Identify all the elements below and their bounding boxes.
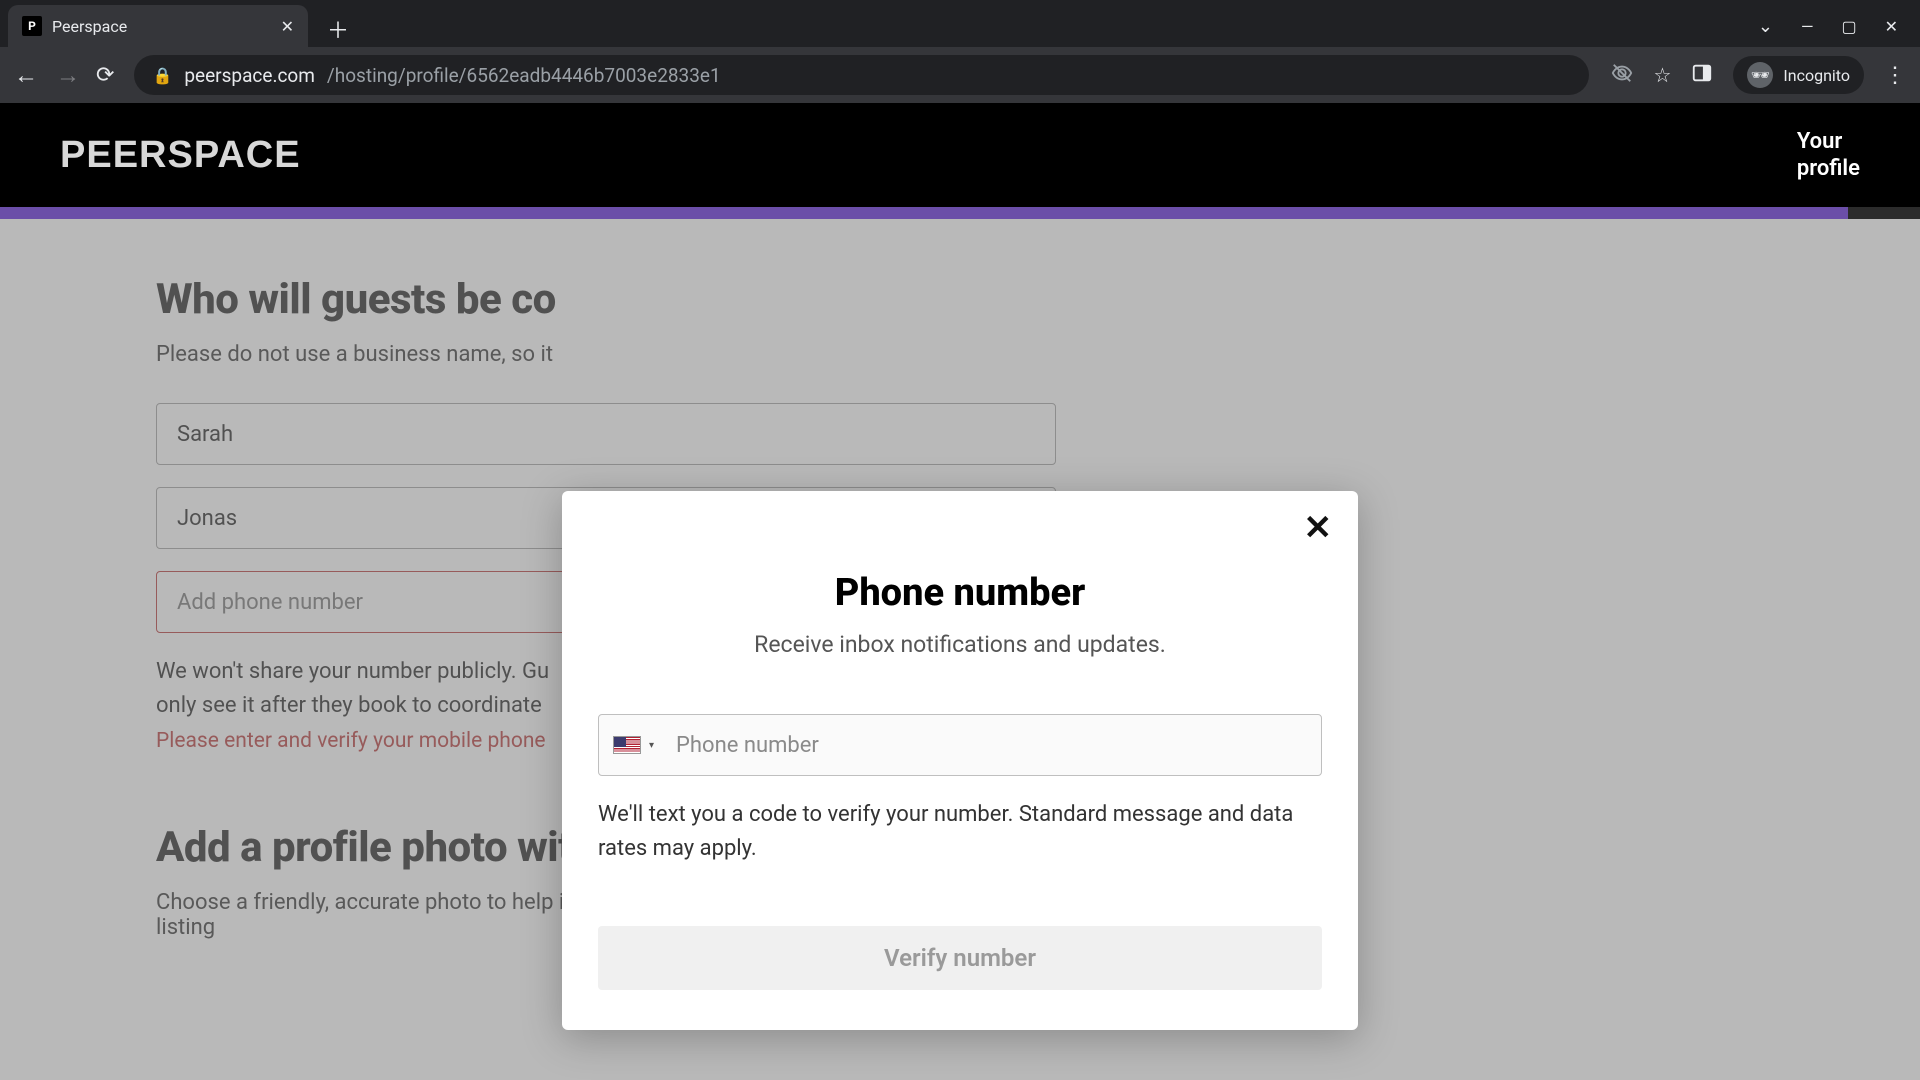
browser-toolbar: ← → ⟳ 🔒 peerspace.com/hosting/profile/65… xyxy=(0,47,1920,103)
progress-bar xyxy=(0,207,1920,219)
url-host: peerspace.com xyxy=(184,64,315,87)
kebab-menu-icon[interactable]: ⋮ xyxy=(1884,63,1906,88)
phone-modal: ✕ Phone number Receive inbox notificatio… xyxy=(562,491,1358,1030)
minimize-icon[interactable]: ― xyxy=(1801,17,1814,36)
profile-line1: Your xyxy=(1797,128,1860,156)
phone-input-row: ▾ xyxy=(598,714,1322,776)
tab-strip: P Peerspace ✕ ＋ ⌄ ― ▢ ✕ xyxy=(0,0,1920,47)
your-profile-link[interactable]: Your profile xyxy=(1797,128,1860,183)
url-bar[interactable]: 🔒 peerspace.com/hosting/profile/6562eadb… xyxy=(134,55,1589,95)
back-icon[interactable]: ← xyxy=(14,61,38,90)
window-controls: ⌄ ― ▢ ✕ xyxy=(1758,5,1920,47)
side-panel-icon[interactable] xyxy=(1691,62,1713,89)
incognito-badge[interactable]: 🕶 Incognito xyxy=(1733,56,1864,94)
browser-chrome: P Peerspace ✕ ＋ ⌄ ― ▢ ✕ ← → ⟳ 🔒 peerspac… xyxy=(0,0,1920,103)
close-window-icon[interactable]: ✕ xyxy=(1885,17,1898,36)
country-select[interactable]: ▾ xyxy=(599,715,668,775)
browser-tab[interactable]: P Peerspace ✕ xyxy=(8,5,308,47)
reload-icon[interactable]: ⟳ xyxy=(96,63,114,88)
nav-arrows: ← → xyxy=(14,61,80,90)
flag-us-icon xyxy=(613,736,641,754)
close-tab-icon[interactable]: ✕ xyxy=(281,17,294,36)
tracking-off-icon[interactable] xyxy=(1611,62,1633,89)
modal-help-text: We'll text you a code to verify your num… xyxy=(598,798,1322,866)
modal-title: Phone number xyxy=(598,571,1322,615)
maximize-icon[interactable]: ▢ xyxy=(1841,17,1856,36)
bookmark-icon[interactable]: ☆ xyxy=(1653,63,1671,87)
verify-number-button[interactable]: Verify number xyxy=(598,926,1322,990)
page-wrapper: Who will guests be co Please do not use … xyxy=(0,219,1920,1080)
url-path: /hosting/profile/6562eadb4446b7003e2833e… xyxy=(327,64,721,87)
tab-search-icon[interactable]: ⌄ xyxy=(1758,16,1773,37)
incognito-icon: 🕶 xyxy=(1747,62,1773,88)
logo[interactable]: PEERSPACE xyxy=(60,134,301,177)
tab-title: Peerspace xyxy=(52,17,127,36)
forward-icon: → xyxy=(56,61,80,90)
incognito-label: Incognito xyxy=(1783,66,1850,85)
close-modal-button[interactable]: ✕ xyxy=(1304,511,1333,545)
lock-icon: 🔒 xyxy=(152,66,172,85)
new-tab-button[interactable]: ＋ xyxy=(320,11,356,47)
favicon-icon: P xyxy=(22,16,42,36)
site-header: PEERSPACE Your profile xyxy=(0,103,1920,207)
modal-subtitle: Receive inbox notifications and updates. xyxy=(598,631,1322,658)
chevron-down-icon: ▾ xyxy=(649,740,654,751)
toolbar-right: ☆ 🕶 Incognito ⋮ xyxy=(1611,56,1906,94)
phone-number-input[interactable] xyxy=(668,715,1321,775)
profile-line2: profile xyxy=(1797,155,1860,183)
